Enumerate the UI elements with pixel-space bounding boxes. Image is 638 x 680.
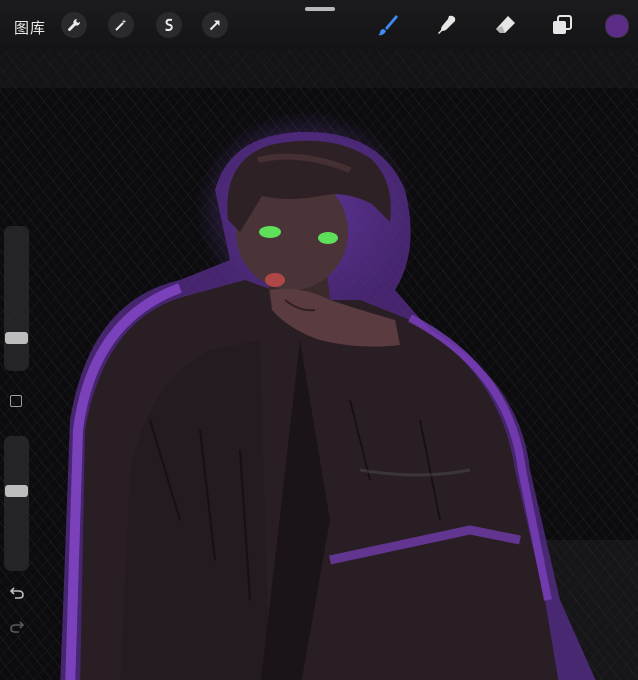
transform-arrow-icon[interactable] — [202, 12, 228, 38]
top-toolbar: 图库 — [0, 0, 638, 50]
gallery-button[interactable]: 图库 — [14, 17, 46, 38]
smudge-icon[interactable] — [432, 10, 462, 40]
brush-icon[interactable] — [373, 10, 403, 40]
selection-s-icon[interactable] — [156, 12, 182, 38]
left-sidebar — [4, 226, 29, 636]
adjustments-magic-wand-icon[interactable] — [108, 12, 134, 38]
redo-button[interactable] — [7, 618, 27, 636]
redo-icon — [10, 621, 25, 633]
brush-size-thumb[interactable] — [5, 332, 28, 344]
opacity-thumb[interactable] — [5, 485, 28, 497]
eraser-icon[interactable] — [490, 10, 520, 40]
grabber-handle[interactable] — [305, 7, 335, 11]
color-picker-swatch[interactable] — [605, 14, 629, 38]
undo-button[interactable] — [7, 584, 27, 602]
layers-icon[interactable] — [547, 10, 577, 40]
actions-wrench-icon[interactable] — [61, 12, 87, 38]
undo-icon — [9, 587, 24, 599]
opacity-slider[interactable] — [4, 436, 29, 571]
drawing-canvas[interactable] — [0, 0, 638, 680]
brush-size-slider[interactable] — [4, 226, 29, 371]
modifier-button[interactable] — [10, 395, 22, 407]
